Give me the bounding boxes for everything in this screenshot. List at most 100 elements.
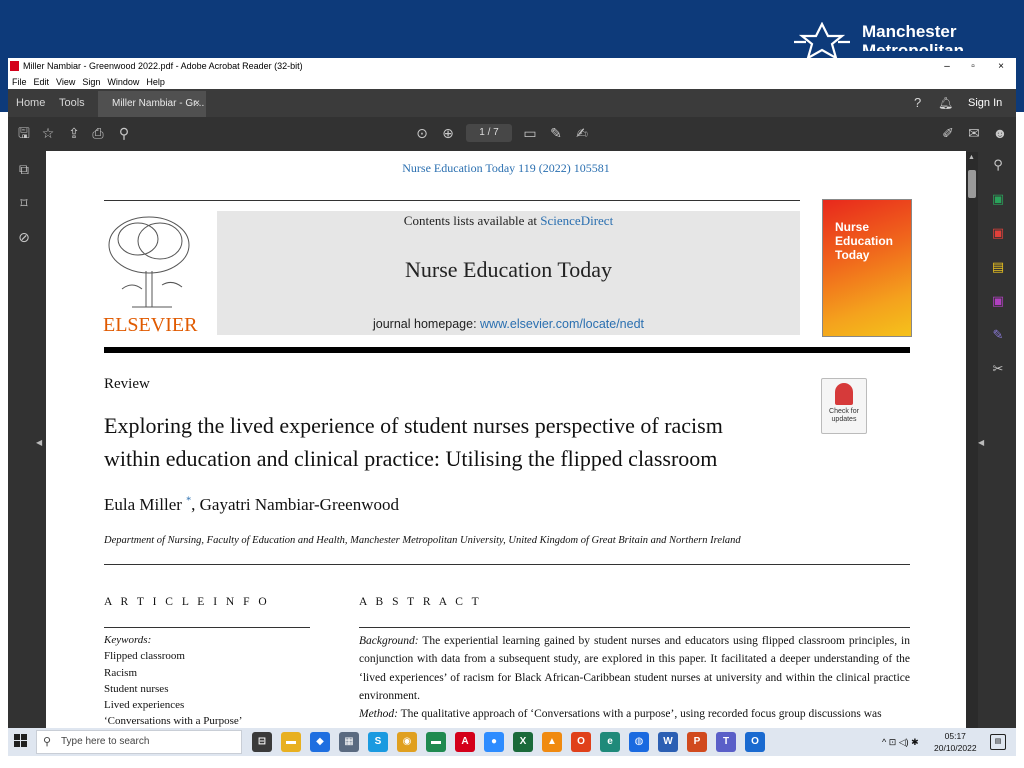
search-icon: ⚲ (43, 736, 52, 748)
email-icon[interactable]: ✉ (964, 123, 984, 143)
main-toolbar: 🖫︎ ☆ ⇪ ⎙ ⚲ ⊙ ⊕ 1 / 7 ▭ ✎ ✍ ✐ ✉ ☻ (8, 117, 1016, 149)
menu-sign[interactable]: Sign (82, 77, 100, 87)
help-icon[interactable]: ? (914, 89, 921, 117)
system-tray[interactable]: ^ ⊡ ◁) ✱ (882, 728, 919, 756)
bookmark-icon[interactable]: ⌑ (14, 195, 34, 215)
word-icon[interactable]: W (658, 732, 678, 752)
scroll-up-icon[interactable]: ▲ (968, 154, 975, 161)
green-app-icon[interactable]: ▬ (426, 732, 446, 752)
title-line-1: Exploring the lived experience of studen… (104, 413, 723, 438)
title-line-2: within education and clinical practice: … (104, 446, 718, 471)
pages-icon[interactable]: ⧉ (14, 161, 34, 181)
menu-window[interactable]: Window (107, 77, 139, 87)
clock[interactable]: 05:17 20/10/2022 (934, 730, 977, 754)
right-tools-panel: ⚲ ▣ ▣ ▤ ▣ ✎ ✂ (980, 149, 1016, 728)
journal-reference: Nurse Education Today 119 (2022) 105581 (402, 161, 610, 175)
header-rule (104, 347, 910, 353)
close-window-button[interactable]: × (988, 58, 1014, 75)
calculator-icon[interactable]: ▦ (339, 732, 359, 752)
article-type: Review (104, 376, 150, 392)
abstract-heading: A B S T R A C T (359, 596, 482, 608)
page-current: 1 (479, 127, 485, 138)
page-up-icon[interactable]: ⊙ (412, 123, 432, 143)
title-bar: Miller Nambiar - Greenwood 2022.pdf - Ad… (8, 58, 1016, 75)
task-view-icon[interactable]: ⊟ (252, 732, 272, 752)
sign-icon[interactable]: ✍ (572, 123, 592, 143)
save-icon[interactable]: 🖫︎ (14, 123, 34, 143)
date: 20/10/2022 (934, 743, 977, 753)
homepage-link[interactable]: www.elsevier.com/locate/nedt (480, 317, 644, 331)
logo-line-2: Metropolitan (862, 41, 964, 51)
maximize-button[interactable]: ▫ (960, 58, 986, 75)
tab-tools[interactable]: Tools (59, 89, 85, 117)
affiliation: Department of Nursing, Faculty of Educat… (104, 535, 741, 546)
search-placeholder: Type here to search (61, 736, 150, 747)
scroll-thumb[interactable] (968, 170, 976, 198)
dropbox-icon[interactable]: ◆ (310, 732, 330, 752)
menu-view[interactable]: View (56, 77, 75, 87)
zoom-icon[interactable]: ⚲ (114, 123, 134, 143)
collapse-left-icon[interactable]: ◀ (36, 438, 42, 447)
vlc-icon[interactable]: ▲ (542, 732, 562, 752)
powerpoint-icon[interactable]: P (687, 732, 707, 752)
export-pdf-icon[interactable]: ▣ (988, 191, 1008, 211)
fill-sign-tool-icon[interactable]: ✎ (988, 327, 1008, 347)
vertical-scrollbar[interactable]: ▲ (966, 152, 978, 728)
taskbar-search[interactable]: ⚲ Type here to search (36, 730, 242, 754)
start-button[interactable] (14, 734, 28, 748)
tab-home[interactable]: Home (16, 89, 45, 117)
fill-sign-icon[interactable]: ✐ (938, 123, 958, 143)
acrobat-window: Miller Nambiar - Greenwood 2022.pdf - Ad… (8, 58, 1016, 728)
check-for-updates-badge[interactable]: Check for updates (821, 378, 867, 434)
background-text: The experiential learning gained by stud… (359, 635, 910, 702)
university-logo: Manchester Metropolitan (790, 22, 964, 62)
xbox-icon[interactable]: X (513, 732, 533, 752)
chrome-icon[interactable]: ◉ (397, 732, 417, 752)
bookmark-badge-icon (835, 383, 853, 405)
create-pdf-icon[interactable]: ▣ (988, 225, 1008, 245)
edge-icon[interactable]: e (600, 732, 620, 752)
notification-icon[interactable]: ▤ (990, 734, 1006, 750)
comment-tool-icon[interactable]: ▤ (988, 259, 1008, 279)
skype-icon[interactable]: S (368, 732, 388, 752)
menu-edit[interactable]: Edit (34, 77, 50, 87)
window-title: Miller Nambiar - Greenwood 2022.pdf - Ad… (23, 61, 303, 71)
comment-icon[interactable]: ▭ (520, 123, 540, 143)
outlook-icon[interactable]: O (745, 732, 765, 752)
close-tab-icon[interactable]: × (194, 91, 200, 117)
teams-icon[interactable]: T (716, 732, 736, 752)
author-2[interactable]: , Gayatri Nambiar-Greenwood (191, 495, 399, 514)
office-icon[interactable]: O (571, 732, 591, 752)
pen-icon[interactable]: ✎ (546, 123, 566, 143)
menu-file[interactable]: File (12, 77, 27, 87)
upload-icon[interactable]: ⇪ (64, 123, 84, 143)
zoom-tool-icon[interactable]: ⚲ (988, 157, 1008, 177)
collapse-right-icon[interactable]: ◀ (978, 438, 984, 447)
minimize-button[interactable]: – (934, 58, 960, 75)
logo-line-1: Manchester (862, 22, 957, 41)
file-explorer-icon[interactable]: ▬ (281, 732, 301, 752)
tab-document[interactable]: Miller Nambiar - Gr... × (98, 91, 206, 117)
sign-in-button[interactable]: Sign In (968, 89, 1002, 117)
page-total: / 7 (487, 127, 499, 138)
bell-icon[interactable]: 🔔︎ (938, 89, 953, 117)
author-1[interactable]: Eula Miller (104, 495, 182, 514)
user-icon[interactable]: ☻ (990, 123, 1010, 143)
page-number-field[interactable]: 1 / 7 (466, 124, 512, 142)
edit-pdf-icon[interactable]: ▣ (988, 293, 1008, 313)
star-icon[interactable]: ☆ (38, 123, 58, 143)
attachment-icon[interactable]: ⊘ (14, 229, 34, 249)
page-down-icon[interactable]: ⊕ (438, 123, 458, 143)
zoom-app-icon[interactable]: ● (484, 732, 504, 752)
divider (104, 564, 910, 565)
elsevier-tree-logo (108, 216, 190, 308)
print-icon[interactable]: ⎙ (88, 123, 108, 143)
keywords-block: Keywords: Flipped classroom Racism Stude… (104, 632, 242, 728)
more-tools-icon[interactable]: ✂ (988, 361, 1008, 381)
time: 05:17 (944, 731, 966, 741)
acrobat-icon[interactable]: A (455, 732, 475, 752)
cover-text-1: Nurse (835, 220, 870, 234)
globe-icon[interactable]: ◍ (629, 732, 649, 752)
sciencedirect-link[interactable]: ScienceDirect (540, 213, 613, 228)
menu-help[interactable]: Help (146, 77, 165, 87)
